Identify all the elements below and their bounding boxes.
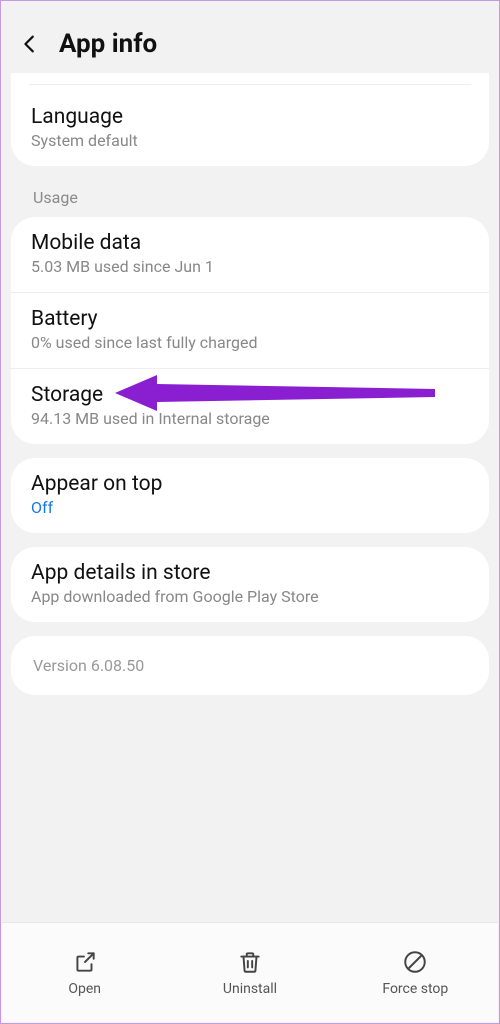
section-usage-label: Usage [11, 180, 489, 217]
row-appear-on-top[interactable]: Appear on top Off [11, 458, 489, 533]
row-title: Storage [31, 383, 469, 407]
tab-uninstall[interactable]: Uninstall [167, 923, 332, 1022]
trash-icon [237, 949, 263, 975]
tab-label: Open [68, 981, 101, 997]
row-app-details[interactable]: App details in store App downloaded from… [11, 547, 489, 622]
card-app-details: App details in store App downloaded from… [11, 547, 489, 622]
card-appear-on-top: Appear on top Off [11, 458, 489, 533]
row-sub: 94.13 MB used in Internal storage [31, 409, 469, 428]
row-sub: App downloaded from Google Play Store [31, 587, 469, 606]
row-battery[interactable]: Battery 0% used since last fully charged [11, 292, 489, 368]
card-usage: Mobile data 5.03 MB used since Jun 1 Bat… [11, 217, 489, 444]
back-icon[interactable] [19, 33, 41, 55]
row-title: Appear on top [31, 472, 469, 496]
tab-label: Uninstall [223, 981, 277, 997]
row-title: Battery [31, 307, 469, 331]
tab-label: Force stop [382, 981, 448, 997]
card-language-group: Language System default [11, 73, 489, 166]
row-sub: System default [31, 131, 469, 150]
open-icon [72, 949, 98, 975]
tab-force-stop[interactable]: Force stop [333, 923, 498, 1022]
row-title: App details in store [31, 561, 469, 585]
row-mobile-data[interactable]: Mobile data 5.03 MB used since Jun 1 [11, 217, 489, 292]
row-title: Language [31, 105, 469, 129]
row-storage[interactable]: Storage 94.13 MB used in Internal storag… [11, 368, 489, 444]
row-language[interactable]: Language System default [11, 91, 489, 166]
header: App info [11, 11, 489, 73]
force-stop-icon [402, 949, 428, 975]
version-text: Version 6.08.50 [33, 656, 144, 675]
version-card: Version 6.08.50 [11, 636, 489, 695]
row-title: Mobile data [31, 231, 469, 255]
tab-open[interactable]: Open [2, 923, 167, 1022]
page-title: App info [59, 29, 157, 59]
row-sub: 5.03 MB used since Jun 1 [31, 257, 469, 276]
row-sub: 0% used since last fully charged [31, 333, 469, 352]
bottom-bar: Open Uninstall Force stop [2, 922, 498, 1022]
truncated-row-peek [29, 73, 471, 85]
row-sub: Off [31, 498, 469, 517]
